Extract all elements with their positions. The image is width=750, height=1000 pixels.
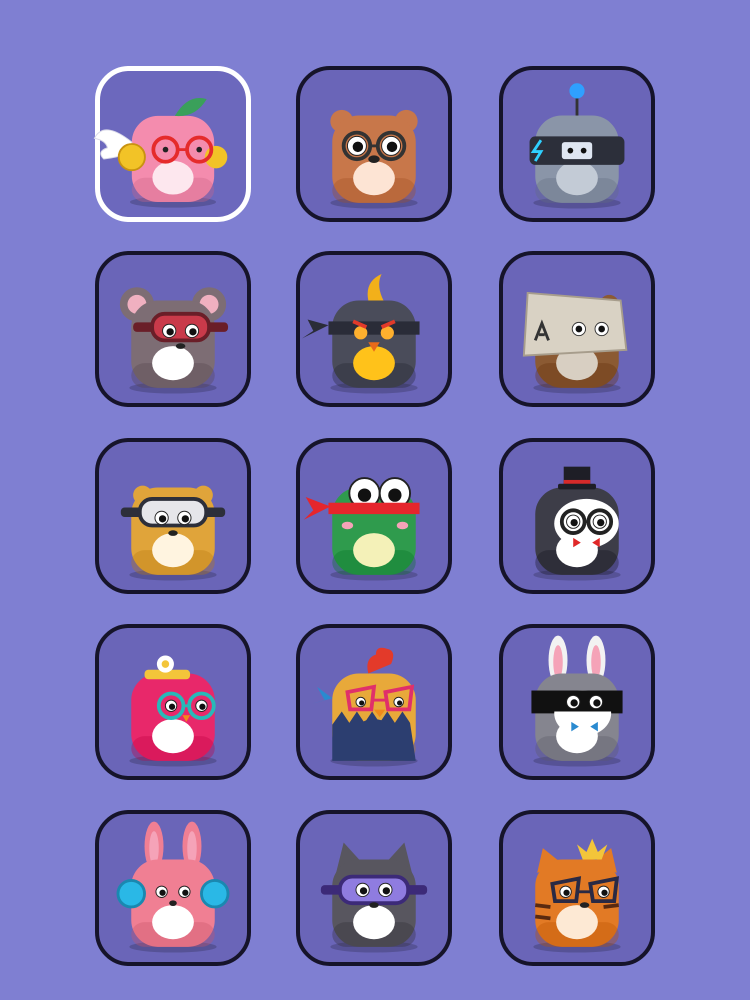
goggles-icon xyxy=(150,311,211,343)
nose-icon xyxy=(175,343,186,349)
avatar-belly xyxy=(353,905,395,940)
avatar-belly xyxy=(353,161,395,196)
ninja-bird-avatar-icon xyxy=(301,273,420,394)
nose-icon xyxy=(368,155,380,163)
penguin-avatar-icon xyxy=(533,466,621,581)
avatar-slot-king-tiger[interactable] xyxy=(499,810,655,966)
brown-bear-avatar-icon xyxy=(330,109,418,209)
frog-avatar-icon xyxy=(303,477,420,581)
avatar-belly xyxy=(152,719,194,754)
peach-angel-avatar-icon xyxy=(93,97,228,208)
avatar-slot-brown-bear[interactable] xyxy=(296,66,452,222)
goggles-icon xyxy=(137,497,209,528)
rooster-avatar-icon xyxy=(311,647,418,767)
robot-avatar-icon xyxy=(529,83,625,209)
goggles-icon xyxy=(337,874,411,906)
nose-icon xyxy=(169,900,177,907)
earmuff-icon xyxy=(116,878,146,909)
mouse-avatar-icon xyxy=(119,287,229,394)
avatar-grid xyxy=(0,0,750,1000)
avatar-slot-peach-angel[interactable] xyxy=(93,66,251,222)
king-tiger-avatar-icon xyxy=(533,838,621,953)
avatar-slot-hamster[interactable] xyxy=(95,438,251,594)
bunny-mask-avatar-icon xyxy=(531,635,623,767)
avatar-slot-box-bear[interactable] xyxy=(499,251,655,407)
leaf-icon xyxy=(174,97,207,117)
avatar-belly xyxy=(152,346,194,381)
gray-cat-avatar-icon xyxy=(320,842,428,953)
crown-icon xyxy=(577,838,608,860)
crest-icon xyxy=(367,273,384,301)
tail-icon xyxy=(311,686,333,704)
avatar-slot-gray-cat[interactable] xyxy=(296,810,452,966)
avatar-slot-frog[interactable] xyxy=(296,438,452,594)
avatar-belly xyxy=(152,905,194,940)
avatar-belly xyxy=(152,533,194,568)
avatar-slot-bunny-mask[interactable] xyxy=(499,624,655,780)
box-bear-avatar-icon xyxy=(522,291,628,394)
pink-bunny-avatar-icon xyxy=(116,821,230,953)
bandana-icon xyxy=(328,502,420,515)
comb-icon xyxy=(367,647,394,674)
avatar-slot-robot[interactable] xyxy=(499,66,655,222)
antenna-icon xyxy=(569,83,585,99)
hamster-avatar-icon xyxy=(120,485,226,581)
avatar-slot-mouse[interactable] xyxy=(95,251,251,407)
avatar-belly xyxy=(556,905,598,940)
avatar-belly xyxy=(556,161,598,196)
nose-icon xyxy=(369,902,379,908)
avatar-slot-rooster[interactable] xyxy=(296,624,452,780)
nose-icon xyxy=(168,530,178,536)
avatar-slot-pink-bird[interactable] xyxy=(95,624,251,780)
avatar-belly xyxy=(353,533,395,568)
earmuff-icon xyxy=(200,878,230,909)
avatar-slot-penguin[interactable] xyxy=(499,438,655,594)
avatar-slot-pink-bunny[interactable] xyxy=(95,810,251,966)
feathers xyxy=(332,711,416,761)
headband-icon xyxy=(328,321,420,335)
nose-icon xyxy=(579,902,590,908)
earmuff-icon xyxy=(117,143,146,172)
avatar-slot-ninja-bird[interactable] xyxy=(296,251,452,407)
pink-bird-avatar-icon xyxy=(129,655,217,767)
avatar-belly xyxy=(152,160,194,195)
